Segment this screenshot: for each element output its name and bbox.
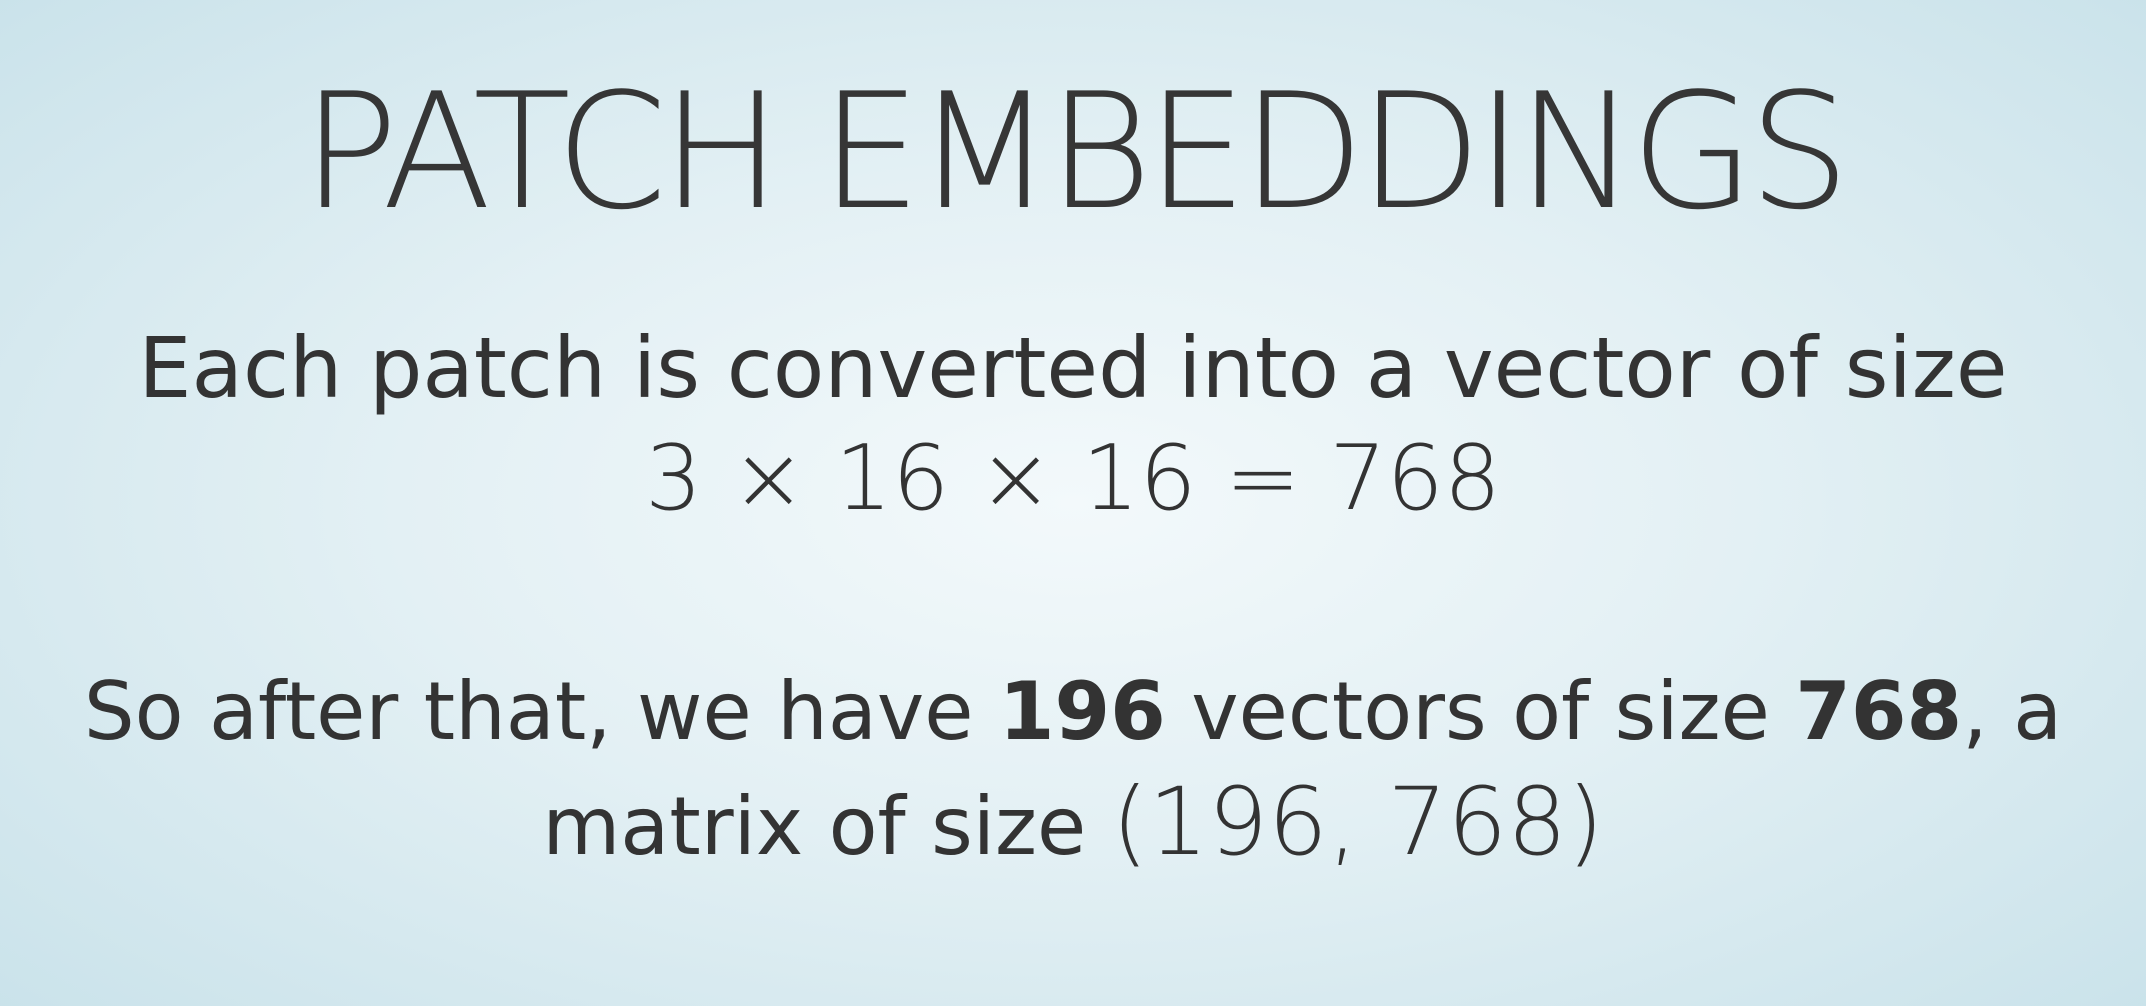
- summary-line-2: matrix of size (196, 768): [0, 768, 2146, 882]
- vector-count: 196: [998, 665, 1166, 758]
- summary-text-1: So after that, we have: [83, 665, 999, 758]
- patch-size-equation: 3 × 16 × 16 = 768: [645, 426, 1501, 531]
- patch-vector-text: Each patch is converted into a vector of…: [138, 319, 2008, 417]
- summary-text-2: vectors of size: [1165, 665, 1796, 758]
- summary-line-1: So after that, we have 196 vectors of si…: [0, 662, 2146, 762]
- summary-text-3: , a: [1962, 665, 2063, 758]
- vector-size: 768: [1795, 665, 1963, 758]
- matrix-shape: (196, 768): [1111, 768, 1604, 877]
- slide: PATCH EMBEDDINGS Each patch is converted…: [0, 0, 2146, 1006]
- summary-text-4: matrix of size: [542, 780, 1112, 873]
- slide-title: PATCH EMBEDDINGS: [301, 58, 1850, 245]
